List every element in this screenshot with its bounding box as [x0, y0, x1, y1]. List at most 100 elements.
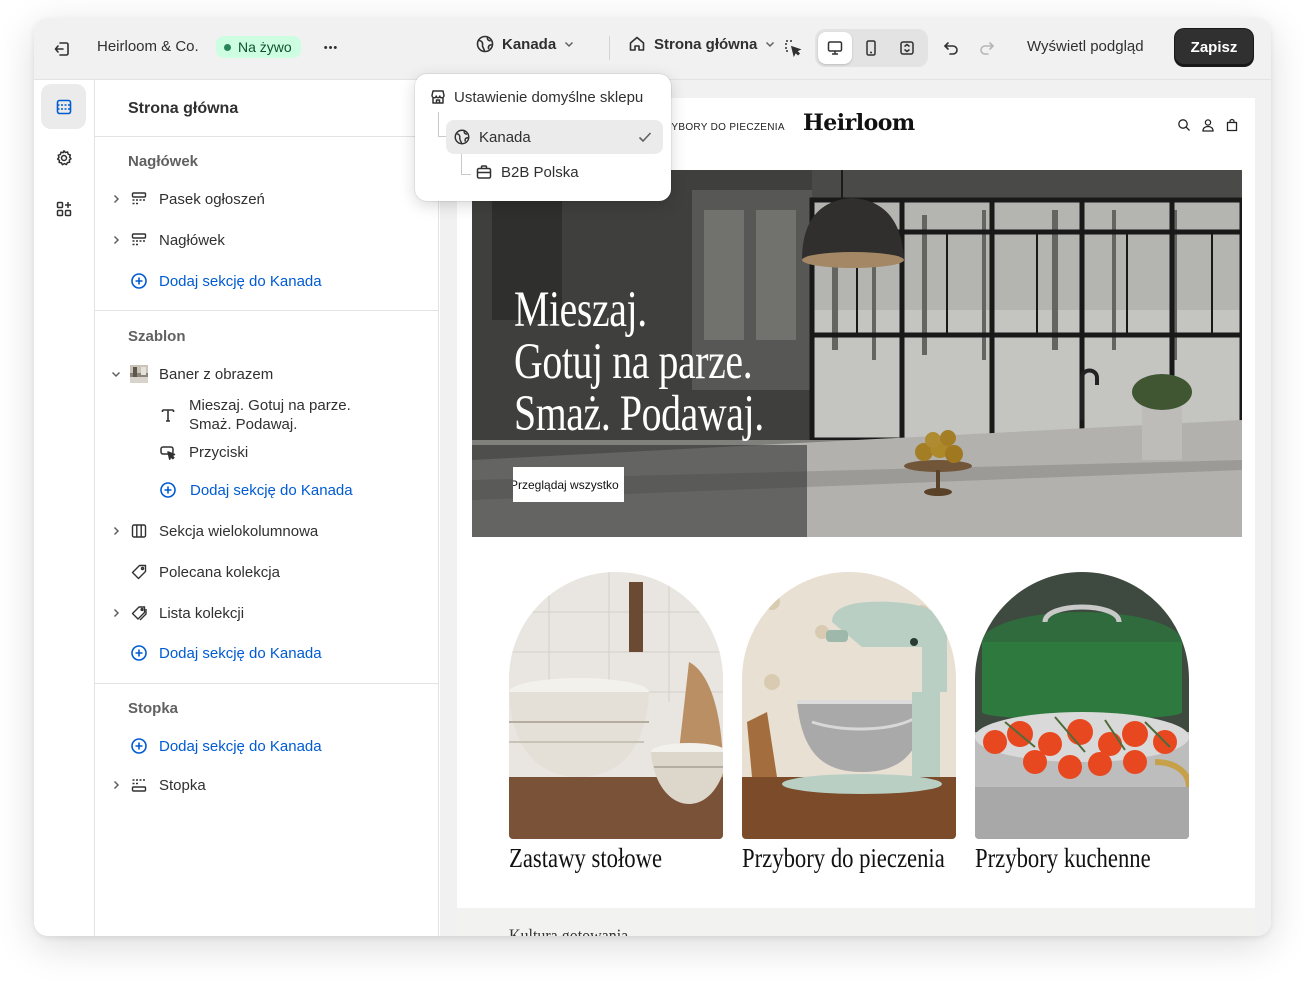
heading-block-label: Mieszaj. Gotuj na parze. Smaż. Podawaj.	[189, 396, 351, 434]
plus-circle-icon	[159, 481, 177, 499]
chevron-right-icon[interactable]	[109, 524, 123, 538]
add-block-banner-button[interactable]: Dodaj sekcję do Kanada	[95, 474, 439, 506]
chevron-down-icon	[565, 41, 574, 48]
storefront-preview[interactable]: ZYBORY DO PIECZENIA Heirloom Mieszaj. Go…	[457, 98, 1255, 936]
live-dot-icon	[224, 43, 231, 51]
collection-image	[742, 572, 956, 839]
home-icon	[629, 36, 645, 51]
exit-icon	[54, 42, 69, 56]
group-label-template: Szablon	[128, 328, 186, 345]
storefront-nav-link[interactable]: ZYBORY DO PIECZENIA	[665, 122, 785, 133]
sidebar-block-heading[interactable]: Mieszaj. Gotuj na parze. Smaż. Podawaj.	[95, 394, 439, 436]
collection-card-baking[interactable]: Przybory do pieczenia	[742, 572, 956, 874]
fullscreen-view-button[interactable]	[890, 32, 924, 64]
group-label-header: Nagłówek	[128, 153, 199, 170]
preview-button[interactable]: Wyświetl podgląd	[1027, 38, 1144, 55]
redo-icon	[980, 42, 994, 55]
button-block-icon	[159, 443, 177, 461]
hero-heading-line: Mieszaj.	[514, 282, 647, 338]
sections-icon	[56, 99, 71, 114]
plus-circle-icon	[130, 272, 148, 290]
sidebar-item-collection-list[interactable]: Lista kolekcji	[95, 597, 439, 629]
sidebar-block-buttons[interactable]: Przyciski	[95, 436, 439, 468]
sidebar-title: Strona główna	[128, 100, 239, 117]
multicolumn-heading: Kultura gotowania	[509, 926, 628, 936]
market-selector[interactable]: Kanada	[475, 34, 575, 54]
sidebar-divider	[95, 310, 439, 311]
market-dropdown: Ustawienie domyślne sklepu Kanada B2B Po…	[415, 74, 671, 201]
search-icon[interactable]	[1177, 118, 1191, 132]
top-bar: Heirloom & Co. Na żywo ••• Kanada Strona…	[34, 18, 1271, 80]
add-section-header-button[interactable]: Dodaj sekcję do Kanada	[95, 265, 439, 297]
heading-block-line-2: Smaż. Podawaj.	[189, 416, 298, 433]
chevron-down-icon[interactable]	[109, 367, 123, 381]
chevron-right-icon[interactable]	[109, 192, 123, 206]
undo-button[interactable]	[939, 36, 963, 60]
apps-rail-button[interactable]	[41, 186, 86, 231]
add-section-template-button[interactable]: Dodaj sekcję do Kanada	[95, 637, 439, 669]
collection-title: Przybory do pieczenia	[742, 843, 945, 873]
save-button[interactable]: Zapisz	[1175, 29, 1253, 66]
plus-circle-icon	[130, 737, 148, 755]
sidebar-block-label: Przyciski	[189, 443, 249, 461]
add-section-label: Dodaj sekcję do Kanada	[159, 272, 322, 290]
mobile-view-button[interactable]	[854, 32, 888, 64]
account-icon[interactable]	[1201, 118, 1215, 132]
sidebar-item-label: Baner z obrazem	[159, 365, 274, 383]
collection-card-kitchen[interactable]: Przybory kuchenne	[975, 572, 1189, 874]
collection-image	[975, 572, 1189, 839]
mobile-icon	[866, 40, 876, 56]
more-horizontal-icon: •••	[323, 42, 339, 54]
sidebar-item-label: Lista kolekcji	[159, 604, 245, 622]
collection-title: Przybory kuchenne	[975, 843, 1151, 873]
sidebar-item-label: Nagłówek	[159, 231, 225, 249]
market-option-b2b-poland[interactable]: B2B Polska	[475, 163, 579, 181]
add-section-label: Dodaj sekcję do Kanada	[159, 737, 322, 755]
sidebar-item-featured-collection[interactable]: Polecana kolekcja	[95, 556, 439, 588]
chevron-right-icon[interactable]	[109, 606, 123, 620]
inspector-button[interactable]	[782, 37, 804, 59]
page-selector[interactable]: Strona główna	[627, 34, 776, 54]
exit-button[interactable]	[48, 35, 76, 63]
image-banner-section[interactable]: Mieszaj. Gotuj na parze. Smaż. Podawaj. …	[472, 170, 1242, 537]
sidebar-item-image-banner[interactable]: Baner z obrazem	[95, 358, 439, 390]
sidebar-divider	[95, 136, 439, 137]
plus-circle-icon	[130, 644, 148, 662]
chevron-right-icon[interactable]	[109, 233, 123, 247]
sidebar-divider	[95, 683, 439, 684]
more-actions-button[interactable]: •••	[319, 36, 343, 60]
cart-icon[interactable]	[1225, 118, 1239, 132]
sections-rail-button[interactable]	[41, 84, 86, 129]
heading-block-line-1: Mieszaj. Gotuj na parze.	[189, 397, 351, 414]
briefcase-icon	[476, 165, 492, 179]
sidebar-item-announcement-bar[interactable]: Pasek ogłoszeń	[95, 183, 439, 215]
tags-icon	[130, 604, 148, 622]
desktop-view-button[interactable]	[818, 32, 852, 64]
market-option-canada[interactable]: Kanada	[446, 120, 663, 154]
apps-icon	[56, 201, 71, 216]
add-section-footer-button[interactable]: Dodaj sekcję do Kanada	[95, 730, 439, 762]
sidebar-item-label: Sekcja wielokolumnowa	[159, 522, 319, 540]
sidebar-item-label: Polecana kolekcja	[159, 563, 280, 581]
redo-button[interactable]	[975, 36, 999, 60]
collection-card-tableware[interactable]: Zastawy stołowe	[509, 572, 723, 874]
hero-heading-line: Gotuj na parze.	[514, 334, 753, 390]
sidebar-item-multicolumn[interactable]: Sekcja wielokolumnowa	[95, 515, 439, 547]
chevron-right-icon[interactable]	[109, 778, 123, 792]
theme-settings-rail-button[interactable]	[41, 135, 86, 180]
gear-icon	[56, 149, 72, 165]
sidebar-item-footer[interactable]: Stopka	[95, 769, 439, 801]
multicolumn-section[interactable]: Kultura gotowania	[457, 908, 1255, 936]
chevron-down-icon	[766, 41, 775, 48]
expand-icon	[900, 41, 914, 55]
sidebar-item-header[interactable]: Nagłówek	[95, 224, 439, 256]
hero-browse-button[interactable]: Przeglądaj wszystko	[513, 467, 624, 502]
select-cursor-icon	[785, 40, 802, 58]
storefront-logo[interactable]: Heirloom	[803, 110, 915, 136]
footer-section-icon	[130, 776, 148, 794]
hero-browse-button-label: Przeglądaj wszystko	[513, 477, 619, 492]
market-option-store-default[interactable]: Ustawienie domyślne sklepu	[429, 88, 643, 106]
collection-image	[509, 572, 723, 839]
image-banner-thumbnail	[130, 365, 148, 383]
hero-heading[interactable]: Mieszaj. Gotuj na parze. Smaż. Podawaj.	[514, 284, 771, 440]
